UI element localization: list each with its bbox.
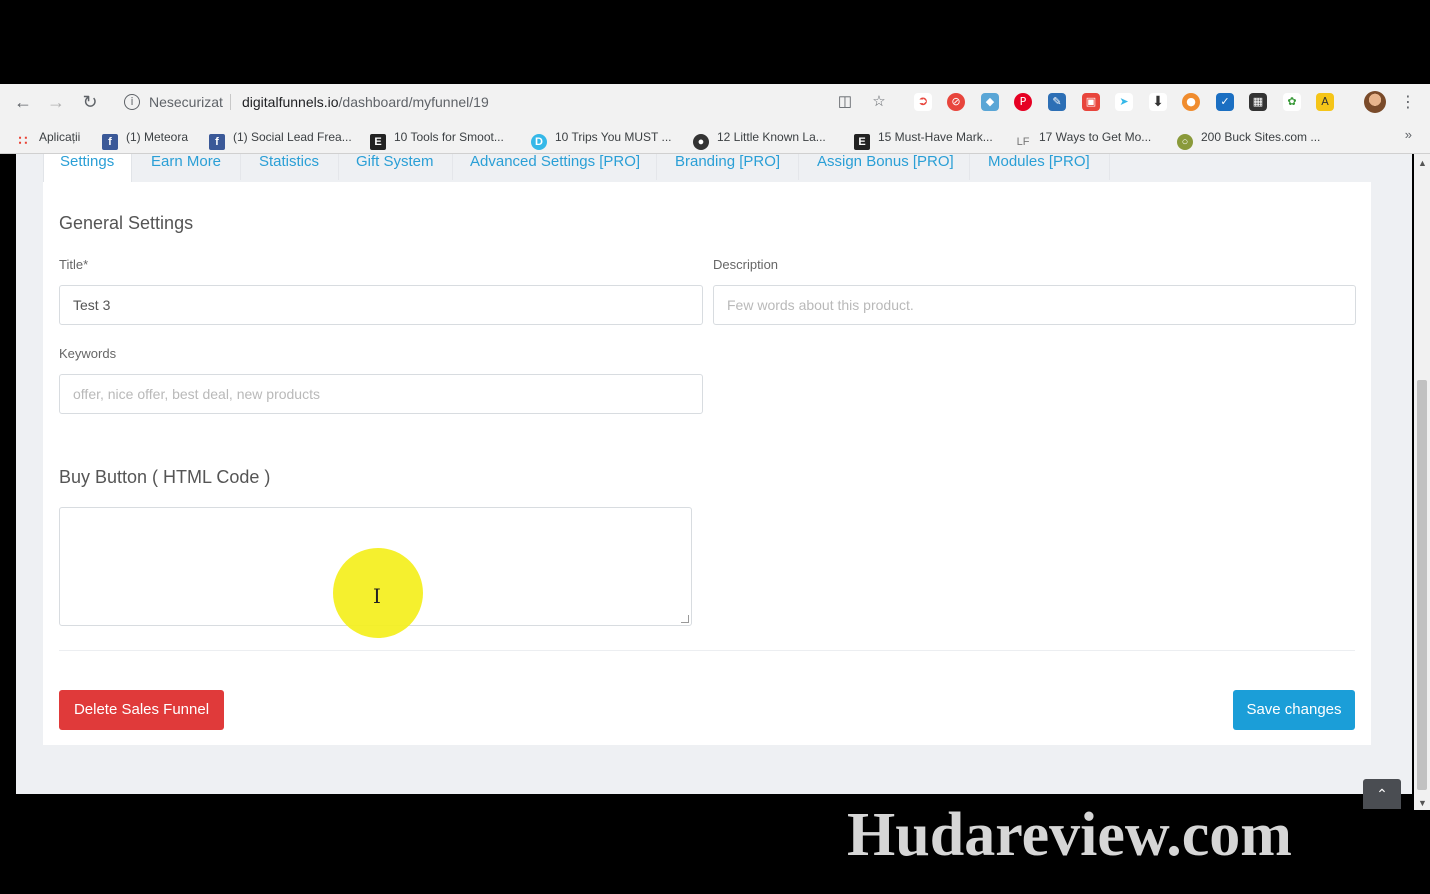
extension-orange-circle-icon[interactable]: ● xyxy=(1182,93,1200,111)
chevron-up-icon: ⌃ xyxy=(1376,786,1388,802)
bookmark-item[interactable]: E 15 Must-Have Mark... xyxy=(854,127,993,150)
delete-sales-funnel-button[interactable]: Delete Sales Funnel xyxy=(59,690,224,730)
extension-ab-icon[interactable]: A xyxy=(1316,93,1334,111)
extension-dark-square-icon[interactable]: ▦ xyxy=(1249,93,1267,111)
back-arrow-icon[interactable]: ← xyxy=(13,92,33,112)
settings-panel: General Settings Title* Test 3 Descripti… xyxy=(43,182,1371,745)
apps-grid-icon: ∷ xyxy=(18,132,28,148)
url-host: digitalfunnels.io xyxy=(242,94,339,110)
tab-branding[interactable]: Branding [PRO] xyxy=(675,154,780,182)
extension-compass-icon[interactable]: ⊘ xyxy=(947,93,965,111)
bookmark-star-icon[interactable]: ☆ xyxy=(870,93,888,111)
description-label: Description xyxy=(713,257,779,272)
menu-dots-icon[interactable]: ⋮ xyxy=(1400,92,1416,112)
translate-icon[interactable]: ◫ xyxy=(836,93,854,111)
tab-divider xyxy=(452,154,453,180)
keywords-label: Keywords xyxy=(59,346,117,361)
tab-divider xyxy=(240,154,241,180)
section-title-general: General Settings xyxy=(59,213,194,233)
bookmark-item[interactable]: f (1) Social Lead Frea... xyxy=(209,127,352,150)
tab-assign-bonus[interactable]: Assign Bonus [PRO] xyxy=(817,154,954,182)
url-path: /dashboard/myfunnel/19 xyxy=(338,94,489,110)
extension-pen-icon[interactable]: ✎ xyxy=(1048,93,1066,111)
dark-circle-icon: ● xyxy=(693,134,709,150)
tab-earn-more[interactable]: Earn More xyxy=(151,154,221,182)
extension-check-icon[interactable]: ✓ xyxy=(1216,93,1234,111)
form-divider xyxy=(59,650,1355,651)
page-content: Settings Earn More Statistics Gift Syste… xyxy=(16,154,1412,794)
d-circle-icon: D xyxy=(531,134,547,150)
title-input[interactable]: Test 3 xyxy=(59,285,703,325)
tab-divider xyxy=(1109,154,1110,180)
lf-icon: LF xyxy=(1016,136,1030,148)
forward-arrow-icon[interactable]: → xyxy=(46,92,66,112)
tab-divider xyxy=(798,154,799,180)
extension-red-square-icon[interactable]: ▣ xyxy=(1082,93,1100,111)
tab-gift-system[interactable]: Gift System xyxy=(356,154,434,182)
facebook-icon: f xyxy=(102,134,118,150)
tab-advanced-settings[interactable]: Advanced Settings [PRO] xyxy=(470,154,640,182)
reload-icon[interactable]: ↻ xyxy=(80,92,100,112)
page-scrollbar[interactable]: ▲ ▼ xyxy=(1414,154,1430,810)
resize-handle-icon[interactable] xyxy=(681,615,689,623)
text-cursor-icon: I xyxy=(373,584,381,608)
facebook-icon: f xyxy=(209,134,225,150)
bookmarks-bar: ∷ Aplicații f (1) Meteora f (1) Social Lead… xyxy=(0,120,1430,154)
save-changes-button[interactable]: Save changes xyxy=(1233,690,1355,730)
e-letter-icon: E xyxy=(370,134,386,150)
pinterest-icon[interactable]: P xyxy=(1014,93,1032,111)
bookmarks-overflow-icon[interactable]: » xyxy=(1405,127,1412,142)
watermark-text: Hudareview.com xyxy=(847,801,1292,869)
download-icon[interactable]: ⬇ xyxy=(1149,93,1167,111)
scroll-up-arrow-icon[interactable]: ▲ xyxy=(1418,158,1427,168)
extension-arrow-icon[interactable]: ➲ xyxy=(914,93,932,111)
tab-divider xyxy=(338,154,339,180)
bookmark-item[interactable]: ● 12 Little Known La... xyxy=(693,127,826,150)
security-label[interactable]: Nesecurizat xyxy=(149,94,223,110)
bookmark-item[interactable]: f (1) Meteora xyxy=(102,127,188,150)
omnibox-separator xyxy=(230,94,231,110)
description-input[interactable]: Few words about this product. xyxy=(713,285,1356,325)
bookmark-item[interactable]: ○ 200 Buck Sites.com ... xyxy=(1177,127,1320,150)
url-text[interactable]: digitalfunnels.io/dashboard/myfunnel/19 xyxy=(242,94,489,110)
back-to-top-button[interactable]: ⌃ xyxy=(1363,779,1401,809)
tab-statistics[interactable]: Statistics xyxy=(259,154,319,182)
info-icon[interactable]: i xyxy=(124,94,140,110)
tab-settings[interactable]: Settings xyxy=(43,154,132,184)
bookmark-item[interactable]: D 10 Trips You MUST ... xyxy=(531,127,672,150)
tab-modules[interactable]: Modules [PRO] xyxy=(988,154,1090,182)
extension-leaf-icon[interactable]: ✿ xyxy=(1283,93,1301,111)
tab-divider xyxy=(656,154,657,180)
bookmark-item[interactable]: LF 17 Ways to Get Mo... xyxy=(1015,127,1152,148)
scrollbar-thumb[interactable] xyxy=(1417,380,1427,790)
section-title-buy-button: Buy Button ( HTML Code ) xyxy=(59,467,271,487)
extension-shield-icon[interactable]: ◆ xyxy=(981,93,999,111)
bookmark-item[interactable]: ∷ Aplicații xyxy=(15,127,81,148)
tab-divider xyxy=(969,154,970,180)
address-bar[interactable]: i Nesecurizat digitalfunnels.io/dashboar… xyxy=(114,88,898,116)
e-letter-icon: E xyxy=(854,134,870,150)
profile-avatar[interactable] xyxy=(1364,91,1386,113)
keywords-input[interactable]: offer, nice offer, best deal, new produc… xyxy=(59,374,703,414)
scroll-down-arrow-icon[interactable]: ▼ xyxy=(1418,798,1427,808)
title-label: Title* xyxy=(59,257,89,272)
globe-icon: ○ xyxy=(1177,134,1193,150)
bookmark-item[interactable]: E 10 Tools for Smoot... xyxy=(370,127,504,150)
extension-cursor-icon[interactable]: ➤ xyxy=(1115,93,1133,111)
